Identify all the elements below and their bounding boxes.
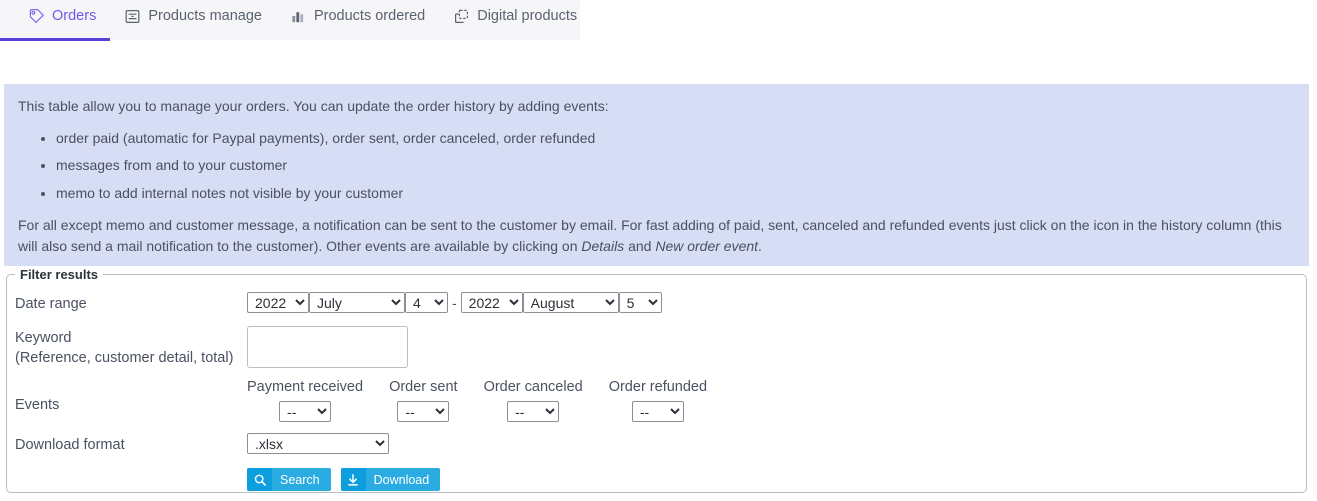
tab-label: Products ordered <box>313 8 426 24</box>
keyword-label-line-1: Keyword <box>15 330 72 346</box>
events-label: Events <box>15 397 60 413</box>
date-from-day-select[interactable]: 4 <box>405 292 448 313</box>
info-tail-text-2: and <box>624 238 656 255</box>
search-button[interactable]: Search <box>247 468 331 492</box>
price-tag-icon <box>28 8 45 25</box>
keyword-row: Keyword (Reference, customer detail, tot… <box>15 326 1306 368</box>
download-format-row: Download format .xlsx <box>15 433 1306 460</box>
date-range-controls: 2022 July 4 - 2022 August 5 <box>247 292 662 313</box>
download-arrow-icon <box>340 468 366 492</box>
digital-products-icon <box>453 8 470 25</box>
keyword-label: Keyword (Reference, customer detail, tot… <box>15 326 247 368</box>
event-label: Order sent <box>389 379 458 395</box>
tab-bar: Orders Products manage Products ordered <box>0 0 580 41</box>
download-format-control: .xlsx <box>247 433 389 455</box>
event-label: Order refunded <box>608 379 708 395</box>
tab-label: Products manage <box>148 8 262 24</box>
info-tail-paragraph: For all except memo and customer message… <box>18 215 1295 258</box>
keyword-label-line-2: (Reference, customer detail, total) <box>15 350 234 366</box>
bar-chart-icon <box>290 8 307 25</box>
active-tab-indicator <box>0 38 111 41</box>
date-range-label: Date range <box>15 296 87 312</box>
info-panel: This table allow you to manage your orde… <box>4 84 1309 267</box>
action-buttons-row: Search Download <box>15 468 1306 495</box>
event-column-order-sent: Order sent -- <box>389 379 458 423</box>
tab-label: Digital products <box>477 8 578 24</box>
tab-products-ordered[interactable]: Products ordered <box>276 0 439 32</box>
event-payment-received-select[interactable]: -- <box>279 401 332 423</box>
info-tail-emphasis-new-order-event: New order event <box>655 238 759 255</box>
products-manage-icon <box>124 8 141 25</box>
keyword-input[interactable] <box>247 326 408 368</box>
date-range-separator: - <box>452 294 457 311</box>
date-from-year-select[interactable]: 2022 <box>247 292 309 313</box>
filter-form: Date range 2022 July 4 - 2022 August 5 K… <box>7 284 1306 495</box>
events-controls: Payment received -- Order sent -- Order … <box>247 379 708 423</box>
download-format-select[interactable]: .xlsx <box>247 433 389 455</box>
action-buttons: Search Download <box>247 468 450 492</box>
magnifier-icon <box>247 468 272 492</box>
event-column-order-refunded: Order refunded -- <box>608 379 708 423</box>
list-item: order paid (automatic for Paypal payment… <box>56 128 1295 150</box>
info-tail-text-3: . <box>758 238 762 255</box>
date-to-day-select[interactable]: 5 <box>618 292 662 313</box>
tab-label: Orders <box>52 8 97 24</box>
keyword-control <box>247 326 408 368</box>
list-item: memo to add internal notes not visible b… <box>56 183 1295 205</box>
event-column-payment-received: Payment received -- <box>247 379 364 423</box>
tab-products-manage[interactable]: Products manage <box>110 0 276 32</box>
download-format-label: Download format <box>15 437 125 454</box>
date-range-row: Date range 2022 July 4 - 2022 August 5 <box>15 292 1306 319</box>
event-column-order-canceled: Order canceled -- <box>483 379 583 423</box>
events-row: Events Payment received -- Order sent -- <box>15 379 1306 423</box>
search-button-label: Search <box>280 472 320 487</box>
date-to-year-select[interactable]: 2022 <box>460 292 523 313</box>
info-bullet-list: order paid (automatic for Paypal payment… <box>18 128 1295 205</box>
event-label: Order canceled <box>483 379 583 395</box>
download-button[interactable]: Download <box>340 468 441 492</box>
tab-orders[interactable]: Orders <box>0 0 111 41</box>
date-to-month-select[interactable]: August <box>522 292 619 313</box>
list-item: messages from and to your customer <box>56 155 1295 177</box>
download-button-label: Download <box>373 472 430 487</box>
event-order-canceled-select[interactable]: -- <box>507 401 560 423</box>
date-from-month-select[interactable]: July <box>309 292 405 313</box>
event-label: Payment received <box>247 379 364 395</box>
event-order-refunded-select[interactable]: -- <box>631 401 684 423</box>
filter-results-fieldset: Filter results Date range 2022 July 4 - … <box>6 267 1307 493</box>
info-tail-emphasis-details: Details <box>581 238 625 255</box>
fieldset-legend: Filter results <box>20 267 99 282</box>
info-lead: This table allow you to manage your orde… <box>18 98 609 114</box>
tab-digital-products[interactable]: Digital products <box>439 0 591 32</box>
event-order-sent-select[interactable]: -- <box>397 401 450 423</box>
